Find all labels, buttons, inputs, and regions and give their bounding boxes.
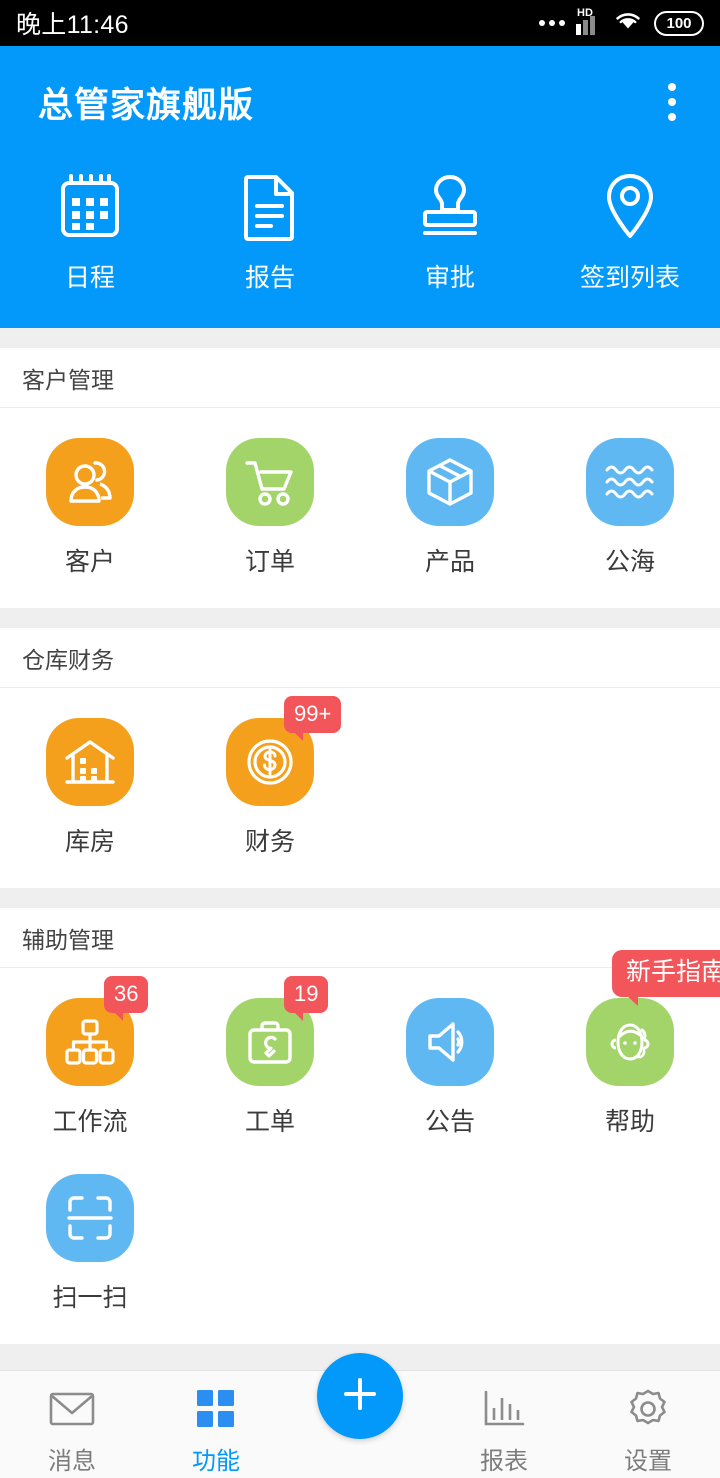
tile-icon-wrap: 19 xyxy=(226,976,329,1086)
kebab-menu-icon[interactable] xyxy=(658,75,686,129)
waves-icon xyxy=(586,438,674,526)
section-customer-management: 客户管理 客户 订单 产品 公海 xyxy=(0,348,720,608)
nav-label: 功能 xyxy=(192,1448,240,1475)
nav-item-reports[interactable]: 报表 xyxy=(432,1371,576,1476)
tile-warehouse[interactable]: 库房 xyxy=(0,718,180,858)
tile-label: 财务 xyxy=(244,828,295,856)
nav-label: 报表 xyxy=(480,1448,528,1475)
tile-label: 订单 xyxy=(244,548,295,576)
nav-label: 消息 xyxy=(48,1448,96,1475)
header-shortcut-checkin-list[interactable]: 签到列表 xyxy=(540,170,720,294)
tile-customers[interactable]: 客户 xyxy=(0,438,180,578)
calendar-icon xyxy=(53,170,127,244)
status-time: 晚上11:46 xyxy=(16,11,129,39)
tile-icon-wrap xyxy=(226,438,314,526)
box-icon xyxy=(406,438,494,526)
envelope-icon xyxy=(49,1385,95,1433)
scan-code-icon xyxy=(46,1174,134,1262)
header-shortcut-report[interactable]: 报告 xyxy=(180,170,360,294)
page-title: 总管家旗舰版 xyxy=(38,85,255,125)
badge-tooltip[interactable]: 新手指南 xyxy=(612,950,720,1006)
badge-count: 19 xyxy=(284,976,329,1021)
section-gap xyxy=(0,608,720,628)
shopping-cart-icon xyxy=(226,438,314,526)
wifi-icon xyxy=(613,9,643,38)
stamp-icon xyxy=(413,170,487,244)
section-tile-grid: 36 工作流 19 工单 公告 新手指南 帮助 扫一扫 xyxy=(0,950,720,1344)
tile-icon-wrap xyxy=(46,438,134,526)
tile-label: 工作流 xyxy=(52,1108,128,1136)
tile-label: 扫一扫 xyxy=(52,1284,128,1312)
header-shortcut-schedule[interactable]: 日程 xyxy=(0,170,180,294)
users-icon xyxy=(46,438,134,526)
tile-orders[interactable]: 订单 xyxy=(180,438,360,578)
nav-label: 设置 xyxy=(624,1448,672,1475)
tile-icon-wrap: 新手指南 xyxy=(586,950,720,1086)
tile-icon-wrap xyxy=(46,1174,134,1262)
tile-public-sea[interactable]: 公海 xyxy=(540,438,720,578)
warehouse-icon xyxy=(46,718,134,806)
add-button[interactable] xyxy=(317,1353,403,1439)
headset-support-icon xyxy=(586,998,674,1086)
tile-icon-wrap xyxy=(406,998,494,1086)
header-shortcut-label: 报告 xyxy=(244,264,295,292)
document-icon xyxy=(233,170,307,244)
grid-icon xyxy=(196,1385,236,1433)
tile-finance[interactable]: 99+ 财务 xyxy=(180,696,360,858)
tile-scan[interactable]: 扫一扫 xyxy=(0,1174,180,1314)
section-title: 仓库财务 xyxy=(0,628,720,688)
section-title: 客户管理 xyxy=(0,348,720,408)
tile-products[interactable]: 产品 xyxy=(360,438,540,578)
header-title-bar: 总管家旗舰版 xyxy=(0,46,720,158)
location-pin-icon xyxy=(593,170,667,244)
section-auxiliary-management: 辅助管理 36 工作流 19 工单 公告 新手指南 帮助 扫一扫 xyxy=(0,908,720,1344)
battery-level: 100 xyxy=(666,14,692,32)
tile-label: 公海 xyxy=(604,548,655,576)
header-shortcut-label: 审批 xyxy=(424,264,475,292)
tile-label: 客户 xyxy=(64,548,115,576)
tile-label: 产品 xyxy=(424,548,475,576)
status-icons: HD 100 xyxy=(539,7,704,38)
nav-item-messages[interactable]: 消息 xyxy=(0,1371,144,1476)
nav-item-settings[interactable]: 设置 xyxy=(576,1371,720,1476)
status-bar: 晚上11:46 HD 100 xyxy=(0,0,720,46)
section-warehouse-finance: 仓库财务 库房 99+ 财务 xyxy=(0,628,720,888)
header-shortcut-label: 日程 xyxy=(64,264,115,292)
bottom-navigation: 消息 功能 报表 设置 xyxy=(0,1353,720,1478)
more-dots-icon xyxy=(539,20,565,26)
tile-workflow[interactable]: 36 工作流 xyxy=(0,976,180,1138)
hd-signal-icon: HD xyxy=(576,7,602,35)
tile-work-order[interactable]: 19 工单 xyxy=(180,976,360,1138)
section-tile-grid: 客户 订单 产品 公海 xyxy=(0,408,720,608)
badge-count: 99+ xyxy=(284,696,342,741)
header-shortcut-grid: 日程 报告 审批 签到列表 xyxy=(0,158,720,294)
tile-icon-wrap: 99+ xyxy=(226,696,342,806)
header-shortcut-approval[interactable]: 审批 xyxy=(360,170,540,294)
tile-announcement[interactable]: 公告 xyxy=(360,998,540,1138)
tile-icon-wrap xyxy=(586,438,674,526)
tile-label: 库房 xyxy=(64,828,115,856)
header-shortcut-label: 签到列表 xyxy=(579,264,680,292)
gear-icon xyxy=(627,1385,669,1433)
page-scroll-area[interactable]: 总管家旗舰版 日程 报告 审批 签到列表 客户管理 客户 订单 产品 公海 仓库… xyxy=(0,46,720,1370)
nav-item-functions[interactable]: 功能 xyxy=(144,1371,288,1476)
hd-label: HD xyxy=(577,7,593,19)
tile-help[interactable]: 新手指南 帮助 xyxy=(540,950,720,1138)
battery-icon: 100 xyxy=(654,10,704,36)
section-tile-grid: 库房 99+ 财务 xyxy=(0,688,720,888)
tile-label: 帮助 xyxy=(604,1108,655,1136)
plus-icon xyxy=(339,1373,381,1420)
section-gap xyxy=(0,888,720,908)
app-header: 总管家旗舰版 日程 报告 审批 签到列表 xyxy=(0,46,720,328)
section-gap xyxy=(0,328,720,348)
bar-chart-icon xyxy=(483,1385,525,1433)
tile-label: 工单 xyxy=(244,1108,295,1136)
badge-count: 36 xyxy=(104,976,149,1021)
tile-icon-wrap: 36 xyxy=(46,976,149,1086)
tile-icon-wrap xyxy=(46,718,134,806)
speaker-icon xyxy=(406,998,494,1086)
tile-icon-wrap xyxy=(406,438,494,526)
tile-label: 公告 xyxy=(424,1108,475,1136)
